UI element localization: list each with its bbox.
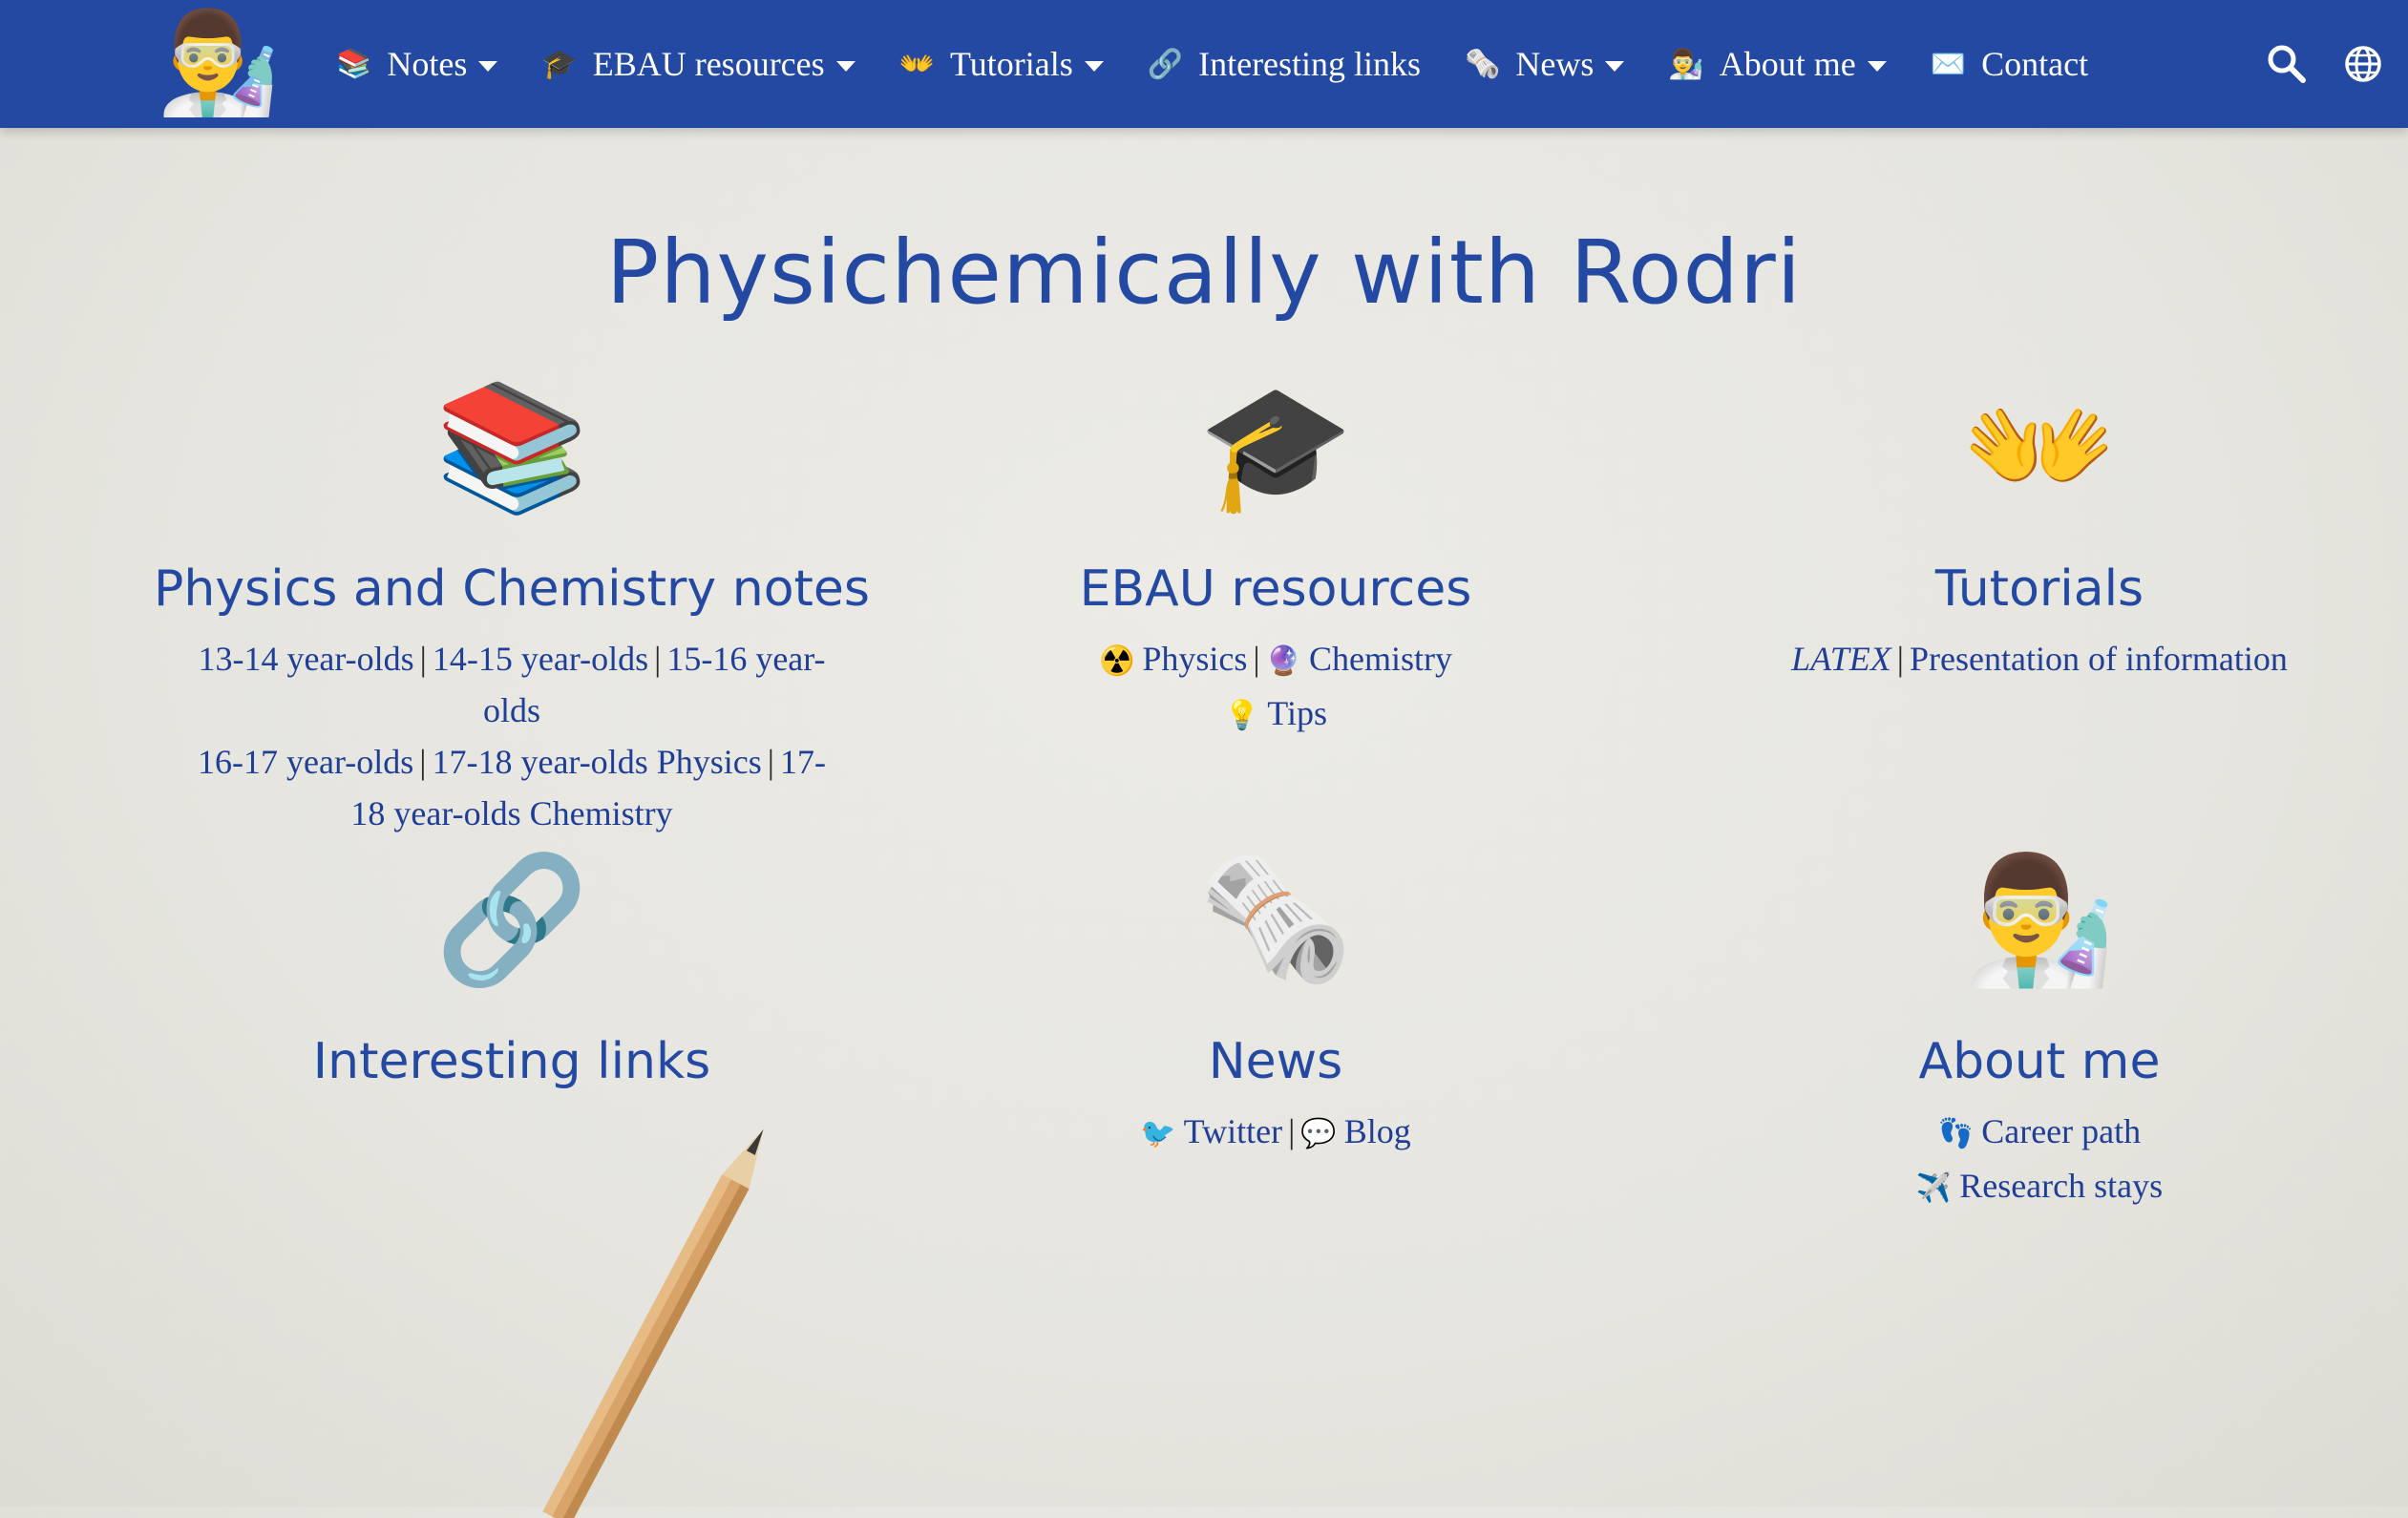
card-about-title[interactable]: About me <box>1658 1033 2408 1090</box>
nav-interesting-links[interactable]: 🔗 Interesting links <box>1148 44 1421 84</box>
link-ebau-physics[interactable]: Physics <box>1142 640 1247 678</box>
footprints-icon: 👣 <box>1937 1118 1975 1149</box>
envelope-icon: ✉️ <box>1930 48 1967 80</box>
nav-news[interactable]: 🗞️ News <box>1465 44 1625 84</box>
caret-down-icon <box>1605 60 1625 72</box>
card-ebau-links: ☢️ Physics | 🔮 Chemistry 💡 Tips <box>894 633 1658 742</box>
link-14-15[interactable]: 14-15 year-olds <box>433 640 648 678</box>
card-interesting-links: 🔗 Interesting links <box>130 859 894 1090</box>
scientist-logo-icon[interactable]: 👨‍🔬 <box>157 6 281 122</box>
open-hands-icon: 👐 <box>1962 380 2117 517</box>
caret-down-icon <box>835 60 855 72</box>
separator: | <box>1896 640 1904 678</box>
card-ebau: 🎓 EBAU resources ☢️ Physics | 🔮 Chemistry 💡 T… <box>894 387 1658 742</box>
bird-icon: 🐦 <box>1140 1118 1176 1149</box>
open-hands-icon: 👐 <box>898 48 936 80</box>
nav-contact-label: Contact <box>1981 45 2089 83</box>
link-career-path[interactable]: Career path <box>1981 1112 2141 1150</box>
navbar: 👨‍🔬 📚 Notes 🎓 EBAU resources 👐 Tutorials… <box>0 0 2408 128</box>
card-news: 🗞️ News 🐦 Twitter | 💬 Blog <box>894 859 1658 1160</box>
airplane-icon: ✈️ <box>1915 1172 1953 1204</box>
caret-down-icon <box>478 60 498 72</box>
nav-news-label: News <box>1515 45 1595 83</box>
separator: | <box>1253 640 1260 678</box>
separator: | <box>1288 1112 1296 1150</box>
link-17-18-physics[interactable]: 17-18 year-olds Physics <box>432 743 761 781</box>
nav-tutorials[interactable]: 👐 Tutorials <box>899 44 1104 84</box>
scientist-icon: 👨‍🔬 <box>1962 853 2117 990</box>
card-news-title[interactable]: News <box>894 1033 1658 1090</box>
lightbulb-icon: 💡 <box>1223 700 1260 731</box>
pencil-decoration <box>542 1128 764 1518</box>
books-icon: 📚 <box>434 380 589 517</box>
graduation-cap-icon: 🎓 <box>541 48 578 80</box>
nav-about-label: About me <box>1719 45 1856 83</box>
caret-down-icon <box>1867 60 1887 72</box>
card-notes-title[interactable]: Physics and Chemistry notes <box>130 560 894 618</box>
card-notes: 📚 Physics and Chemistry notes 13-14 year… <box>130 387 894 839</box>
link-blog[interactable]: Blog <box>1344 1112 1411 1150</box>
separator: | <box>419 743 427 781</box>
radioactive-icon: ☢️ <box>1099 645 1135 677</box>
card-tutorials-links: LATEX | Presentation of information <box>1658 633 2408 685</box>
nav-ebau-label: EBAU resources <box>592 45 825 83</box>
books-icon: 📚 <box>336 48 372 80</box>
card-links-title[interactable]: Interesting links <box>130 1033 894 1090</box>
link-latex[interactable]: LATEX <box>1791 640 1891 678</box>
link-twitter[interactable]: Twitter <box>1184 1112 1282 1150</box>
link-icon: 🔗 <box>1147 48 1184 80</box>
speech-bubble-icon: 💬 <box>1300 1118 1337 1149</box>
caret-down-icon <box>1084 60 1104 72</box>
separator: | <box>419 640 427 678</box>
nav-about-me[interactable]: 👨‍🔬 About me <box>1668 44 1887 84</box>
site-title: Physichemically with Rodri <box>605 221 1803 324</box>
card-about-links: 👣 Career path ✈️ Research stays <box>1658 1106 2408 1214</box>
separator: | <box>654 640 662 678</box>
newspaper-icon: 🗞️ <box>1198 853 1353 990</box>
search-icon[interactable] <box>2263 40 2311 88</box>
link-icon: 🔗 <box>434 853 589 990</box>
card-news-links: 🐦 Twitter | 💬 Blog <box>894 1106 1658 1160</box>
card-notes-links: 13-14 year-olds | 14-15 year-olds | 15-16 ye… <box>130 633 894 839</box>
globe-icon[interactable] <box>2339 40 2387 88</box>
card-tutorials: 👐 Tutorials LATEX | Presentation of inform… <box>1658 387 2408 685</box>
link-13-14[interactable]: 13-14 year-olds <box>198 640 413 678</box>
newspaper-icon: 🗞️ <box>1465 48 1501 80</box>
card-tutorials-title[interactable]: Tutorials <box>1658 560 2408 618</box>
card-about-me: 👨‍🔬 About me 👣 Career path ✈️ Research sta… <box>1658 859 2408 1214</box>
crystal-ball-icon: 🔮 <box>1265 645 1301 677</box>
link-ebau-chemistry[interactable]: Chemistry <box>1309 640 1452 678</box>
link-presentation-of-information[interactable]: Presentation of information <box>1910 640 2288 678</box>
link-research-stays[interactable]: Research stays <box>1959 1167 2163 1205</box>
link-16-17[interactable]: 16-17 year-olds <box>198 743 413 781</box>
scientist-icon: 👨‍🔬 <box>1668 48 1704 80</box>
graduation-cap-icon: 🎓 <box>1198 380 1353 517</box>
link-ebau-tips[interactable]: Tips <box>1267 694 1327 732</box>
nav-ebau-resources[interactable]: 🎓 EBAU resources <box>541 44 855 84</box>
nav-tools <box>2234 0 2387 128</box>
nav-tutorials-label: Tutorials <box>950 45 1073 83</box>
nav-notes-label: Notes <box>387 45 468 83</box>
nav-links-label: Interesting links <box>1198 45 1422 83</box>
nav-contact[interactable]: ✉️ Contact <box>1931 44 2088 84</box>
nav-notes[interactable]: 📚 Notes <box>336 44 498 84</box>
separator: | <box>767 743 774 781</box>
card-ebau-title[interactable]: EBAU resources <box>894 560 1658 618</box>
nav-menu: 📚 Notes 🎓 EBAU resources 👐 Tutorials 🔗 I… <box>336 0 2132 128</box>
